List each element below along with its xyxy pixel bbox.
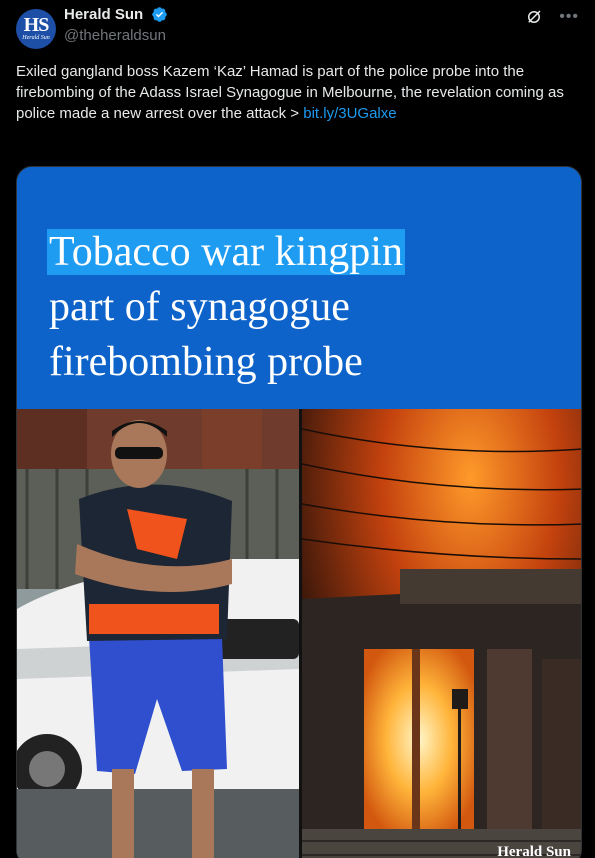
photo-collage: Herald Sun bbox=[17, 409, 581, 858]
tweet-header: HS Herald Sun Herald Sun @theheraldsun •… bbox=[16, 6, 579, 49]
avatar[interactable]: HS Herald Sun bbox=[16, 9, 56, 49]
more-icon[interactable]: ••• bbox=[559, 8, 579, 26]
headline-line-3: firebombing probe bbox=[49, 339, 363, 385]
account-handle[interactable]: @theheraldsun bbox=[64, 27, 168, 44]
grok-icon[interactable] bbox=[525, 8, 543, 26]
headline-line-1: Tobacco war kingpin bbox=[47, 229, 405, 275]
account-names: Herald Sun @theheraldsun bbox=[64, 6, 168, 44]
display-name[interactable]: Herald Sun bbox=[64, 6, 143, 23]
tweet-link[interactable]: bit.ly/3UGalxe bbox=[303, 105, 396, 122]
avatar-logo-subtext: Herald Sun bbox=[22, 35, 50, 41]
headline: Tobacco war kingpin part of synagogue fi… bbox=[47, 225, 405, 390]
verified-badge-icon bbox=[151, 7, 167, 23]
fire-photo bbox=[302, 409, 581, 858]
media-card[interactable]: Tobacco war kingpin part of synagogue fi… bbox=[16, 166, 582, 858]
top-actions: ••• bbox=[525, 8, 579, 26]
tweet-body: Exiled gangland boss Kazem ‘Kaz’ Hamad i… bbox=[16, 63, 564, 122]
watermark: Herald Sun bbox=[497, 844, 571, 858]
headline-line-2: part of synagogue bbox=[49, 284, 350, 330]
avatar-logo-text: HS bbox=[23, 14, 50, 36]
tweet-text: Exiled gangland boss Kazem ‘Kaz’ Hamad i… bbox=[16, 61, 576, 124]
headline-area: Tobacco war kingpin part of synagogue fi… bbox=[17, 167, 581, 409]
man-photo bbox=[17, 409, 299, 858]
